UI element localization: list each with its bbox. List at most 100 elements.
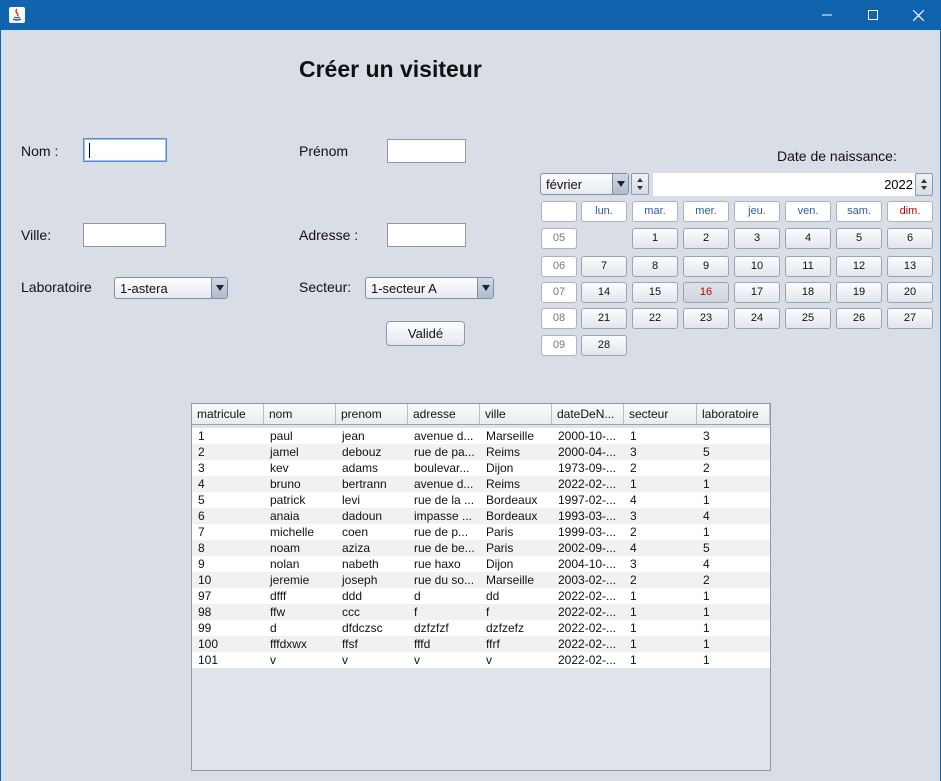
chevron-down-icon[interactable]: [211, 278, 227, 298]
table-row[interactable]: 10 jeremie joseph rue du so... Marseille 2003…: [192, 572, 770, 588]
table-row[interactable]: 98 ffw ccc f f 2022-02-... 1 1: [192, 604, 770, 620]
calendar-day-button[interactable]: 8: [632, 256, 678, 277]
chevron-down-icon[interactable]: [612, 174, 628, 194]
secteur-select[interactable]: 1-secteur A: [365, 277, 494, 299]
calendar-day-button[interactable]: 12: [836, 256, 882, 277]
calendar-day-button[interactable]: 26: [836, 308, 882, 329]
column-header[interactable]: laboratoire: [697, 404, 770, 425]
prenom-field[interactable]: [387, 139, 466, 163]
table-row[interactable]: 97 dfff ddd d dd 2022-02-... 1 1: [192, 588, 770, 604]
table-cell: 5: [703, 445, 710, 459]
table-cell: v: [414, 653, 420, 667]
java-app-icon[interactable]: [9, 7, 25, 23]
table-row[interactable]: 9 nolan nabeth rue haxo Dijon 2004-10-... 3 4: [192, 556, 770, 572]
calendar-day-button[interactable]: 5: [836, 228, 882, 249]
calendar-day-button[interactable]: 27: [887, 308, 933, 329]
close-icon: [912, 9, 924, 21]
table-cell: 3: [703, 429, 710, 443]
minimize-button[interactable]: [804, 0, 850, 30]
calendar-day-button[interactable]: 3: [734, 228, 780, 249]
table-cell: 1: [630, 621, 637, 635]
calendar-day-button[interactable]: 15: [632, 282, 678, 303]
text-caret: [89, 143, 90, 158]
table-cell: 1: [630, 637, 637, 651]
table-cell: 1: [630, 429, 637, 443]
table-row[interactable]: 101 v v v v 2022-02-... 1 1: [192, 652, 770, 668]
calendar-day-button[interactable]: 16: [683, 282, 729, 303]
year-spinner[interactable]: [915, 173, 933, 196]
prenom-label: Prénom: [299, 143, 349, 159]
table-cell: patrick: [270, 493, 306, 507]
calendar-day-button[interactable]: 23: [683, 308, 729, 329]
table-cell: 2: [703, 573, 710, 587]
table-row[interactable]: 2 jamel debouz rue de pa... Reims 2000-04-...…: [192, 444, 770, 460]
calendar-day-button[interactable]: 24: [734, 308, 780, 329]
column-header[interactable]: dateDeN...: [552, 404, 624, 425]
laboratoire-select[interactable]: 1-astera: [114, 277, 228, 299]
calendar-day-button[interactable]: 18: [785, 282, 831, 303]
table-cell: 100: [198, 637, 219, 651]
calendar-day-button[interactable]: 17: [734, 282, 780, 303]
month-select[interactable]: février: [540, 173, 629, 195]
ville-field[interactable]: [83, 223, 166, 247]
table-cell: rue de la ...: [414, 493, 475, 507]
calendar-day-button[interactable]: 7: [581, 256, 627, 277]
table-row[interactable]: 7 michelle coen rue de p... Paris 1999-03-..…: [192, 524, 770, 540]
calendar-day-button[interactable]: 9: [683, 256, 729, 277]
calendar-day-button[interactable]: 2: [683, 228, 729, 249]
adresse-field[interactable]: [387, 223, 466, 247]
calendar-day-button[interactable]: 4: [785, 228, 831, 249]
calendar-day-button[interactable]: 13: [887, 256, 933, 277]
table-cell: Bordeaux: [486, 493, 538, 507]
table-row[interactable]: 3 kev adams boulevar... Dijon 1973-09-... 2 2: [192, 460, 770, 476]
calendar-day-button[interactable]: 20: [887, 282, 933, 303]
close-button[interactable]: [895, 0, 941, 30]
table-row[interactable]: 4 bruno bertrann avenue d... Reims 2022-02-..…: [192, 476, 770, 492]
table-cell: Bordeaux: [486, 509, 538, 523]
table-cell: 1: [703, 653, 710, 667]
month-spinner[interactable]: [631, 173, 649, 195]
calendar-day-button[interactable]: 21: [581, 308, 627, 329]
column-header[interactable]: adresse: [408, 404, 480, 425]
calendar-day-button[interactable]: 1: [632, 228, 678, 249]
table-cell: 1997-02-...: [558, 493, 617, 507]
table-cell: 5: [198, 493, 205, 507]
column-header[interactable]: matricule: [192, 404, 264, 425]
maximize-button[interactable]: [850, 0, 896, 30]
visitor-table[interactable]: matricule nom prenom adresse ville dateDeN...…: [191, 403, 771, 771]
calendar-day-button[interactable]: 19: [836, 282, 882, 303]
table-row[interactable]: 99 d dfdczsc dzfzfzf dzfzefz 2022-02-... 1 1: [192, 620, 770, 636]
nom-field[interactable]: [83, 138, 167, 162]
table-row[interactable]: 100 fffdxwx ffsf fffd ffrf 2022-02-... 1 1: [192, 636, 770, 652]
column-header[interactable]: ville: [480, 404, 552, 425]
application-window: Créer un visiteur Nom : Prénom Ville: Ad…: [0, 0, 941, 781]
table-cell: ccc: [342, 605, 360, 619]
table-cell: 2: [630, 461, 637, 475]
table-row[interactable]: 8 noam aziza rue de be... Paris 2002-09-... 4 5: [192, 540, 770, 556]
table-cell: 1: [703, 525, 710, 539]
calendar-day-button[interactable]: 10: [734, 256, 780, 277]
year-field[interactable]: 2022: [653, 173, 915, 196]
table-cell: 2: [630, 525, 637, 539]
calendar-day-button[interactable]: 11: [785, 256, 831, 277]
chevron-down-icon[interactable]: [477, 278, 493, 298]
calendar-day-button[interactable]: 22: [632, 308, 678, 329]
calendar-day-button[interactable]: 25: [785, 308, 831, 329]
table-cell: 1993-03-...: [558, 509, 617, 523]
table-row[interactable]: 1 paul jean avenue d... Marseille 2000-10-...…: [192, 428, 770, 444]
column-header[interactable]: nom: [264, 404, 336, 425]
calendar-day-button[interactable]: 6: [887, 228, 933, 249]
minimize-icon: [822, 14, 832, 16]
column-header[interactable]: secteur: [624, 404, 697, 425]
calendar-day-button[interactable]: 28: [581, 335, 627, 356]
table-cell: 5: [703, 541, 710, 555]
validate-button[interactable]: Validé: [386, 321, 465, 346]
table-row[interactable]: 5 patrick levi rue de la ... Bordeaux 1997-02…: [192, 492, 770, 508]
calendar-day-button[interactable]: 14: [581, 282, 627, 303]
column-header[interactable]: prenom: [336, 404, 408, 425]
birthdate-label: Date de naissance:: [777, 148, 897, 164]
title-bar[interactable]: [0, 0, 941, 30]
table-cell: 2022-02-...: [558, 653, 617, 667]
table-row[interactable]: 6 anaia dadoun impasse ... Bordeaux 1993-03-…: [192, 508, 770, 524]
table-cell: 1: [703, 477, 710, 491]
